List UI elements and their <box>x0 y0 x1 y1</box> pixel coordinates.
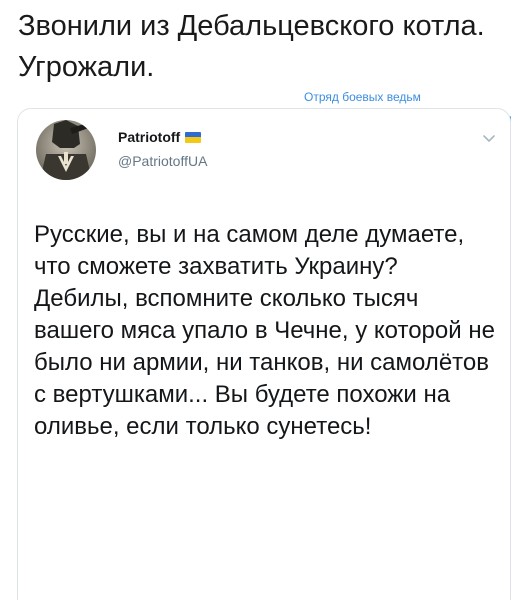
tweet-card[interactable]: Patriotoff @PatriotoffUA Русские, вы и н… <box>17 108 511 600</box>
post-headline: Звонили из Дебальцевского котла. Угрожал… <box>18 10 485 83</box>
watermark-text: Отряд боевых ведьм <box>304 90 421 104</box>
user-handle[interactable]: @PatriotoffUA <box>118 153 207 169</box>
screenshot-page: Звонили из Дебальцевского котла. Угрожал… <box>0 0 527 600</box>
ukraine-flag-icon <box>185 131 202 143</box>
tweet-text: Русские, вы и на самом деле думаете, что… <box>34 221 495 440</box>
chevron-down-icon[interactable] <box>482 131 496 145</box>
display-name[interactable]: Patriotoff <box>118 129 180 145</box>
author-name-row[interactable]: Patriotoff <box>118 129 202 145</box>
soldier-with-trident-avatar-icon[interactable] <box>36 120 96 180</box>
